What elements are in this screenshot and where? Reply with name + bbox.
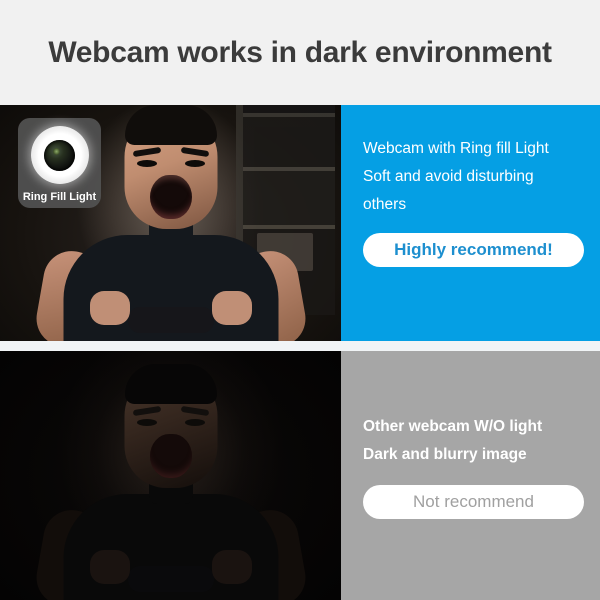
photo-with-ring-light: Ring Fill Light	[0, 105, 341, 341]
not-recommend-pill[interactable]: Not recommend	[363, 485, 584, 519]
person-dark	[31, 351, 310, 600]
eye-right	[184, 419, 205, 426]
page-title: Webcam works in dark environment	[48, 35, 552, 69]
panel-line: Webcam with Ring fill Light	[363, 140, 549, 157]
eye-left	[136, 160, 157, 167]
panel-line: Other webcam W/O light	[363, 418, 543, 435]
hand-right	[211, 291, 252, 325]
hair	[124, 364, 217, 404]
hand-left	[89, 291, 130, 325]
photo-without-ring-light	[0, 351, 341, 600]
ring-light-webcam-icon	[30, 126, 89, 184]
eye-left	[136, 419, 157, 426]
panel-line: Dark and blurry image	[363, 446, 527, 463]
comparison-row-bad: Other webcam W/O light Dark and blurry i…	[0, 351, 600, 600]
recommendation-panel-bad: Other webcam W/O light Dark and blurry i…	[341, 351, 600, 600]
header: Webcam works in dark environment	[0, 0, 600, 105]
pill-label: Highly recommend!	[394, 240, 553, 259]
hand-left	[89, 550, 130, 584]
ring-fill-light-badge: Ring Fill Light	[18, 118, 101, 208]
recommendation-panel-good: Webcam with Ring fill Light Soft and avo…	[341, 105, 600, 341]
promo-banner: Webcam works in dark environment Ring Fi…	[0, 0, 600, 600]
panel-line: others	[363, 196, 407, 213]
mouth-open	[149, 434, 192, 478]
game-controller	[127, 307, 214, 333]
hand-right	[211, 550, 252, 584]
comparison-row-good: Ring Fill Light Webcam with Ring fill Li…	[0, 105, 600, 341]
camera-lens-icon	[44, 139, 75, 171]
hair	[124, 105, 217, 145]
row-divider	[0, 341, 600, 351]
eye-right	[184, 160, 205, 167]
highly-recommend-pill[interactable]: Highly recommend!	[363, 233, 584, 267]
pill-label: Not recommend	[413, 492, 534, 511]
mouth-open	[149, 175, 192, 219]
game-controller	[127, 566, 214, 592]
badge-label: Ring Fill Light	[22, 191, 97, 203]
panel-line: Soft and avoid disturbing	[363, 168, 534, 185]
